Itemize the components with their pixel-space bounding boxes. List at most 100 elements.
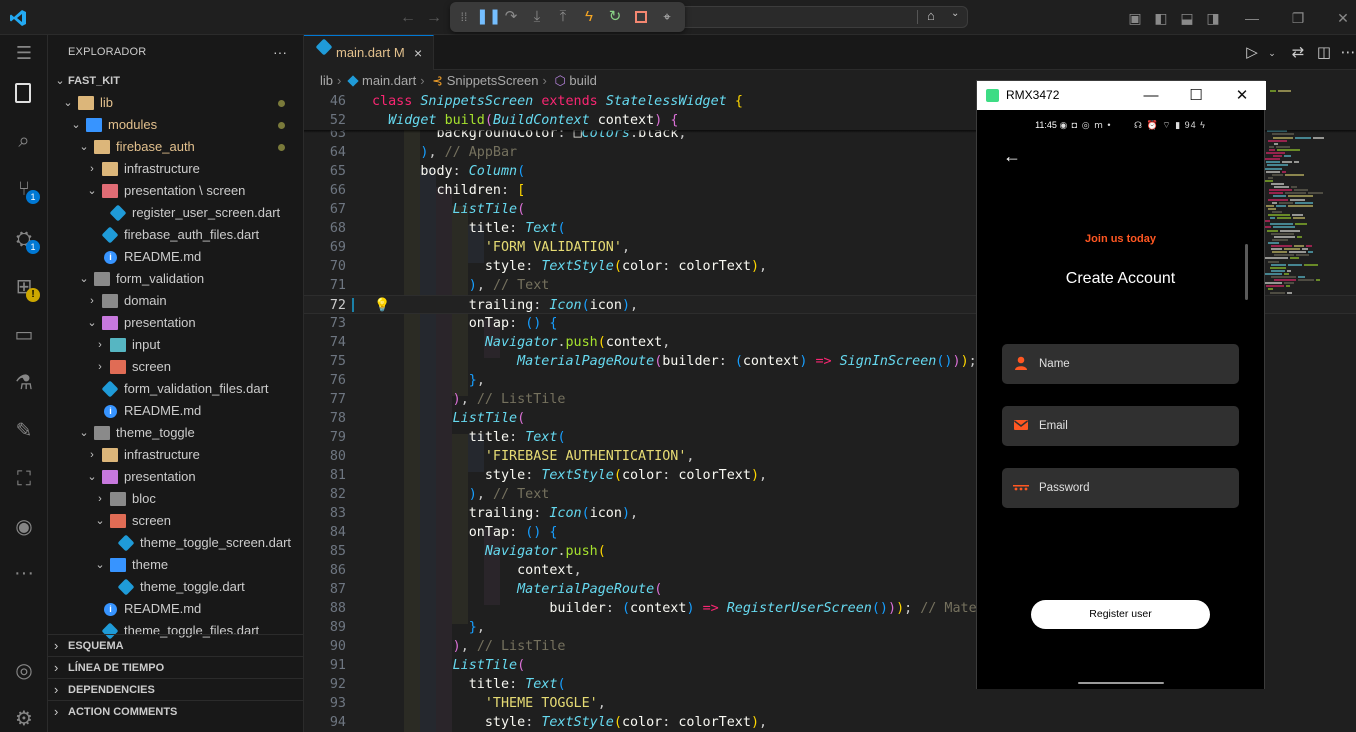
dart-file-icon <box>117 534 135 552</box>
split-editor-icon[interactable]: ◫ <box>1314 43 1334 63</box>
register-user-button[interactable]: Register user <box>1031 600 1210 629</box>
step-into-icon[interactable]: ⤓ <box>527 7 547 27</box>
chevron-down-icon[interactable]: ⌄ <box>1262 43 1282 63</box>
hot-reload-icon[interactable]: ϟ <box>579 7 599 27</box>
tree-item[interactable]: ⌄ presentation \ screen <box>48 180 303 202</box>
breadcrumb-method[interactable]: build <box>569 73 596 88</box>
more-actions-icon[interactable]: ··· <box>273 35 287 70</box>
back-arrow-icon[interactable]: ← <box>398 8 418 28</box>
tree-item[interactable]: i README.md <box>48 246 303 268</box>
tree-item-label: infrastructure <box>124 447 200 462</box>
minimap-line <box>1294 161 1299 164</box>
tree-item[interactable]: › domain <box>48 290 303 312</box>
testing-icon[interactable]: ⚗ <box>12 371 36 395</box>
tree-item[interactable]: ⌄ presentation <box>48 466 303 488</box>
minimap-line <box>1288 204 1313 207</box>
close-icon[interactable]: ✕ <box>1333 8 1353 28</box>
tree-item[interactable]: › infrastructure <box>48 158 303 180</box>
tree-item[interactable]: firebase_auth_files.dart <box>48 224 303 246</box>
tree-item[interactable]: ⌄ firebase_auth <box>48 136 303 158</box>
menu-icon[interactable]: ☰ <box>12 41 36 65</box>
minimap-line <box>1268 288 1273 291</box>
modified-dot <box>278 100 285 107</box>
settings-gear-icon[interactable]: ⚙ <box>12 707 36 731</box>
toggle-secondary-sidebar-icon[interactable]: ◨ <box>1203 8 1223 28</box>
maximize-icon[interactable]: ☐ <box>1185 85 1207 107</box>
tree-item[interactable]: theme_toggle.dart <box>48 576 303 598</box>
tree-item[interactable]: › screen <box>48 356 303 378</box>
vscode-logo-icon <box>10 10 26 26</box>
tree-item[interactable]: ⌄ modules <box>48 114 303 136</box>
chevron-right-icon: › <box>54 638 59 653</box>
account-icon[interactable]: ◎ <box>12 659 36 683</box>
search-icon[interactable]: ⌕ <box>12 129 36 153</box>
forward-arrow-icon[interactable]: → <box>424 8 444 28</box>
tree-item[interactable]: ⌄ theme <box>48 554 303 576</box>
tree-item[interactable]: ⌄ theme_toggle <box>48 422 303 444</box>
tree-item[interactable]: ⌄ form_validation <box>48 268 303 290</box>
copilot-icon[interactable]: ⌂ <box>927 8 935 23</box>
tree-item[interactable]: › bloc <box>48 488 303 510</box>
section-header[interactable]: › DEPENDENCIES <box>48 678 303 700</box>
tab-close-icon[interactable]: × <box>414 36 422 70</box>
tree-item[interactable]: form_validation_files.dart <box>48 378 303 400</box>
email-field[interactable]: Email <box>1002 406 1239 446</box>
tree-item[interactable]: i README.md <box>48 598 303 620</box>
stop-icon[interactable] <box>631 7 651 27</box>
close-icon[interactable]: ✕ <box>1231 85 1253 107</box>
line-number: 84 <box>329 525 346 540</box>
minimap-line <box>1266 285 1284 288</box>
source-control-icon[interactable]: ⑂ 1 <box>12 177 40 204</box>
tree-item[interactable]: › infrastructure <box>48 444 303 466</box>
scrollbar[interactable] <box>1245 244 1248 300</box>
chevron-right-icon: › <box>90 163 94 175</box>
remote-explorer-icon[interactable]: ▭ <box>12 323 36 347</box>
tree-item[interactable]: i README.md <box>48 400 303 422</box>
section-header[interactable]: › ACTION COMMENTS <box>48 700 303 722</box>
toggle-sidebar-icon[interactable]: ◧ <box>1151 8 1171 28</box>
person-icon <box>1013 355 1029 371</box>
tree-item[interactable]: ⌄ presentation <box>48 312 303 334</box>
tree-item[interactable]: › input <box>48 334 303 356</box>
run-icon[interactable]: ▷ <box>1242 43 1262 63</box>
restore-icon[interactable]: ❐ <box>1288 8 1308 28</box>
home-indicator[interactable] <box>1078 682 1164 684</box>
explorer-icon[interactable] <box>12 81 36 105</box>
tab-main-dart[interactable]: main.dart M × <box>304 35 434 70</box>
tree-item[interactable]: ⌄ FAST_KIT <box>48 70 303 92</box>
minimize-icon[interactable]: — <box>1242 8 1262 28</box>
section-header[interactable]: › ESQUEMA <box>48 634 303 656</box>
pause-icon[interactable]: ❚❚ <box>476 7 501 27</box>
name-field[interactable]: Name <box>1002 344 1239 384</box>
extensions-icon[interactable]: ⊞! <box>12 275 40 302</box>
more-icon[interactable]: ··· <box>12 561 36 585</box>
step-out-icon[interactable]: ⤒ <box>553 7 573 27</box>
minimize-icon[interactable]: — <box>1140 85 1162 107</box>
compare-icon[interactable]: ⇄ <box>1288 43 1308 63</box>
breadcrumb-file[interactable]: main.dart <box>362 73 416 88</box>
more-icon[interactable]: ⋯ <box>1338 43 1356 63</box>
edit-icon[interactable]: ✎ <box>12 419 36 443</box>
run-debug-icon[interactable]: ⛭ 1 <box>12 227 40 254</box>
tree-item[interactable]: register_user_screen.dart <box>48 202 303 224</box>
section-header[interactable]: › LÍNEA DE TIEMPO <box>48 656 303 678</box>
tree-item[interactable]: theme_toggle_screen.dart <box>48 532 303 554</box>
chevron-down-icon[interactable]: ⌄ <box>951 8 959 19</box>
tree-item[interactable]: ⌄ lib <box>48 92 303 114</box>
code-line[interactable]: 93 'THEME TOGGLE', <box>304 694 1356 713</box>
toggle-panel-icon[interactable]: ⬓ <box>1177 8 1197 28</box>
preview-icon[interactable]: ◉ <box>12 515 36 539</box>
scan-icon[interactable]: ⛶ <box>12 467 36 491</box>
layout-panel-icon[interactable]: ▣ <box>1125 8 1145 28</box>
command-center[interactable]: ⌂ ⌄ <box>682 6 968 28</box>
password-field[interactable]: Password <box>1002 468 1239 508</box>
drag-handle-icon[interactable]: ⁞⁞ <box>454 7 474 27</box>
tree-item[interactable]: ⌄ screen <box>48 510 303 532</box>
breadcrumb-lib[interactable]: lib <box>320 73 333 88</box>
back-arrow-icon[interactable]: ← <box>1003 146 1021 167</box>
breadcrumb-class[interactable]: SnippetsScreen <box>447 73 539 88</box>
hot-restart-icon[interactable]: ↻ <box>605 7 625 27</box>
step-over-icon[interactable]: ↷ <box>501 7 521 27</box>
inspect-widget-icon[interactable]: ⌖ <box>657 7 677 27</box>
code-line[interactable]: 94 style: TextStyle(color: colorText), <box>304 713 1356 732</box>
